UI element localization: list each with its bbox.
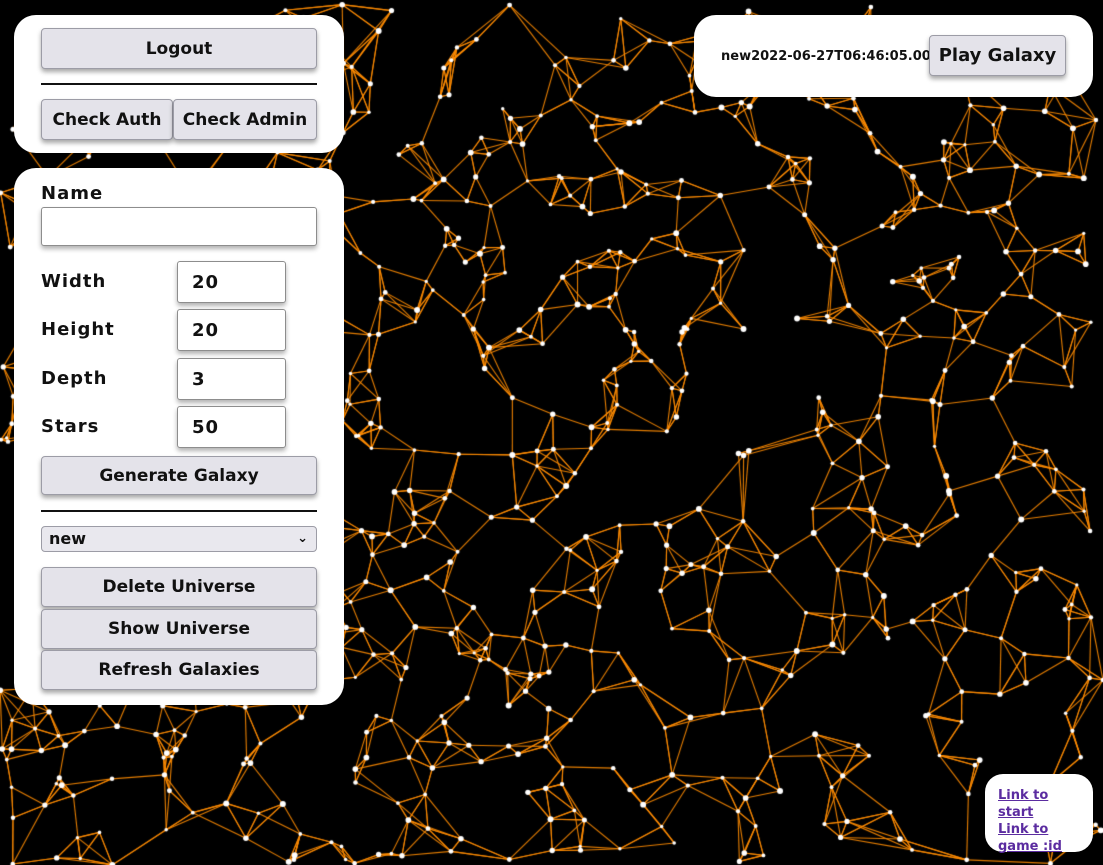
link-to-game[interactable]: Link to game :id: [998, 821, 1088, 855]
height-label: Height: [41, 319, 115, 340]
logout-button[interactable]: Logout: [41, 28, 317, 69]
check-admin-button[interactable]: Check Admin: [173, 99, 317, 140]
links-panel: Link to start Link to game :id: [985, 774, 1093, 855]
height-input[interactable]: [177, 309, 286, 351]
stars-label: Stars: [41, 416, 100, 437]
generate-galaxy-button[interactable]: Generate Galaxy: [41, 456, 317, 495]
stars-input[interactable]: [177, 406, 286, 448]
link-to-start[interactable]: Link to start: [998, 787, 1088, 821]
depth-input[interactable]: [177, 358, 286, 400]
check-auth-button[interactable]: Check Auth: [41, 99, 173, 140]
delete-universe-button[interactable]: Delete Universe: [41, 567, 317, 607]
universe-select-value: new: [49, 529, 87, 548]
chevron-down-icon: ⌄: [297, 531, 308, 546]
name-input[interactable]: [41, 207, 317, 246]
play-galaxy-panel: new2022-06-27T06:46:05.000Z Play Galaxy: [694, 15, 1093, 97]
divider: [41, 510, 317, 512]
width-input[interactable]: [177, 261, 286, 303]
auth-panel: Logout Check Auth Check Admin: [14, 15, 344, 153]
play-galaxy-button[interactable]: Play Galaxy: [929, 35, 1066, 76]
universe-select[interactable]: new ⌄: [41, 526, 317, 552]
galaxy-generator-panel: Name Width Height Depth Stars Generate G…: [14, 168, 344, 705]
width-label: Width: [41, 271, 107, 292]
divider: [41, 83, 317, 85]
galaxy-id-text: new2022-06-27T06:46:05.000Z: [721, 49, 950, 64]
depth-label: Depth: [41, 368, 108, 389]
name-label: Name: [41, 183, 104, 204]
show-universe-button[interactable]: Show Universe: [41, 609, 317, 649]
refresh-galaxies-button[interactable]: Refresh Galaxies: [41, 650, 317, 690]
